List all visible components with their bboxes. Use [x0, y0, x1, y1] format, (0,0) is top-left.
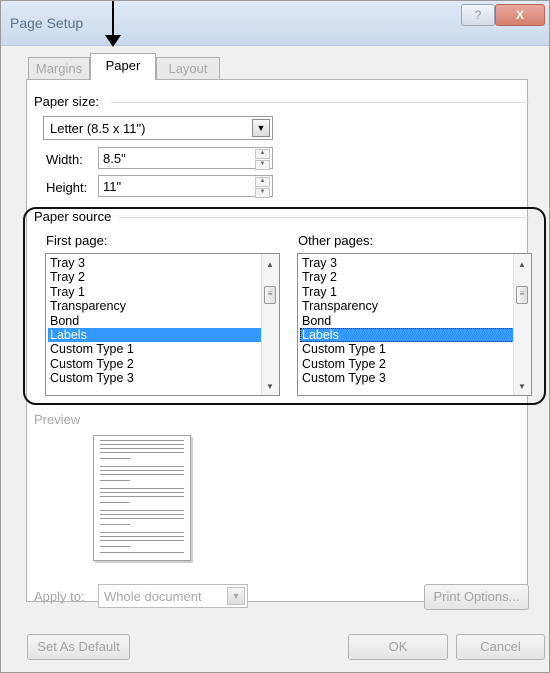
other-pages-label: Other pages:	[298, 233, 374, 248]
annotation-arrow-shaft	[112, 1, 114, 39]
first-page-items: Tray 3 Tray 2 Tray 1 Transparency Bond Labels…	[48, 256, 264, 386]
list-item[interactable]: Custom Type 1	[300, 342, 516, 356]
spin-up-icon[interactable]: ▲	[255, 149, 270, 159]
list-item[interactable]: Labels	[48, 327, 264, 343]
spin-up-icon[interactable]: ▲	[255, 177, 270, 187]
preview-line	[100, 540, 184, 541]
annotation-arrow-head	[105, 35, 121, 47]
tab-layout[interactable]: Layout	[156, 57, 220, 79]
apply-to-select[interactable]: Whole document ▼	[98, 584, 248, 608]
scroll-up-icon[interactable]: ▲	[265, 260, 275, 269]
help-button[interactable]: ?	[461, 4, 495, 26]
tab-paper[interactable]: Paper	[90, 53, 156, 80]
tab-margins[interactable]: Margins	[28, 57, 90, 79]
first-page-list[interactable]: Tray 3 Tray 2 Tray 1 Transparency Bond Labels…	[45, 253, 280, 396]
first-page-scrollbar[interactable]: ▲ ≡ ▼	[261, 254, 279, 395]
list-item[interactable]: Custom Type 2	[300, 357, 516, 371]
list-item[interactable]: Custom Type 2	[48, 357, 264, 371]
preview-line	[100, 502, 130, 503]
other-pages-scrollbar[interactable]: ▲ ≡ ▼	[513, 254, 531, 395]
apply-to-label: Apply to:	[34, 589, 85, 604]
width-value: 8.5"	[103, 151, 126, 166]
list-item[interactable]: Tray 1	[48, 285, 264, 299]
width-field[interactable]: 8.5" ▲ ▼	[98, 147, 273, 170]
list-item[interactable]: Custom Type 3	[48, 371, 264, 385]
paper-size-divider	[111, 102, 529, 103]
list-item[interactable]: Tray 2	[48, 270, 264, 284]
window-title: Page Setup	[10, 15, 84, 31]
height-label: Height:	[46, 180, 88, 195]
preview-line	[100, 492, 184, 493]
set-as-default-button[interactable]: Set As Default	[27, 634, 130, 660]
preview-line	[100, 518, 184, 519]
preview-line	[100, 474, 184, 475]
list-item[interactable]: Bond	[300, 314, 516, 328]
close-button[interactable]: X	[495, 4, 545, 26]
list-item[interactable]: Custom Type 1	[48, 342, 264, 356]
print-options-button[interactable]: Print Options...	[424, 584, 529, 610]
list-item[interactable]: Tray 1	[300, 285, 516, 299]
first-page-label: First page:	[46, 233, 108, 248]
chevron-down-icon[interactable]: ▼	[227, 587, 245, 605]
list-item[interactable]: Tray 2	[300, 270, 516, 284]
scroll-thumb[interactable]: ≡	[264, 286, 276, 304]
height-value: 11"	[103, 179, 122, 194]
preview-line	[100, 458, 130, 459]
scroll-thumb[interactable]: ≡	[516, 286, 528, 304]
page-setup-dialog: Page Setup ? X Margins Paper Layout Pape…	[0, 0, 550, 673]
preview-page	[93, 435, 191, 561]
preview-line	[100, 532, 184, 533]
cancel-button[interactable]: Cancel	[456, 634, 545, 660]
spin-down-icon[interactable]: ▼	[255, 188, 270, 198]
chevron-down-icon[interactable]: ▼	[252, 119, 270, 137]
paper-source-label: Paper source	[34, 209, 116, 224]
paper-size-label: Paper size:	[34, 94, 104, 109]
other-pages-items: Tray 3 Tray 2 Tray 1 Transparency Bond Labels…	[300, 256, 516, 386]
preview-line	[100, 510, 184, 511]
preview-line	[100, 466, 184, 467]
scroll-down-icon[interactable]: ▼	[517, 382, 527, 391]
preview-line	[100, 496, 184, 497]
list-item[interactable]: Tray 3	[300, 256, 516, 270]
preview-line	[100, 452, 184, 453]
list-item[interactable]: Transparency	[48, 299, 264, 313]
scroll-up-icon[interactable]: ▲	[517, 260, 527, 269]
other-pages-list[interactable]: Tray 3 Tray 2 Tray 1 Transparency Bond Labels…	[297, 253, 532, 396]
preview-line	[100, 552, 184, 553]
spin-down-icon[interactable]: ▼	[255, 160, 270, 170]
preview-line	[100, 444, 184, 445]
preview-line	[100, 480, 130, 481]
width-label: Width:	[46, 152, 83, 167]
list-item[interactable]: Bond	[48, 314, 264, 328]
preview-line	[100, 514, 184, 515]
preview-line	[100, 488, 184, 489]
preview-line	[100, 536, 184, 537]
apply-to-value: Whole document	[104, 589, 202, 604]
paper-size-value: Letter (8.5 x 11")	[50, 121, 146, 136]
height-spinner[interactable]: ▲ ▼	[255, 177, 270, 198]
preview-label: Preview	[34, 412, 81, 427]
width-spinner[interactable]: ▲ ▼	[255, 149, 270, 170]
preview-line	[100, 470, 184, 471]
ok-button[interactable]: OK	[348, 634, 448, 660]
height-field[interactable]: 11" ▲ ▼	[98, 175, 273, 198]
title-bar: Page Setup ? X	[1, 1, 549, 46]
list-item[interactable]: Transparency	[300, 299, 516, 313]
list-item[interactable]: Labels	[300, 327, 516, 343]
preview-line	[100, 448, 184, 449]
paper-source-divider	[119, 217, 529, 218]
preview-line	[100, 546, 130, 547]
preview-line	[100, 440, 184, 441]
paper-size-select[interactable]: Letter (8.5 x 11") ▼	[43, 116, 273, 140]
preview-line	[100, 524, 130, 525]
list-item[interactable]: Tray 3	[48, 256, 264, 270]
scroll-down-icon[interactable]: ▼	[265, 382, 275, 391]
list-item[interactable]: Custom Type 3	[300, 371, 516, 385]
